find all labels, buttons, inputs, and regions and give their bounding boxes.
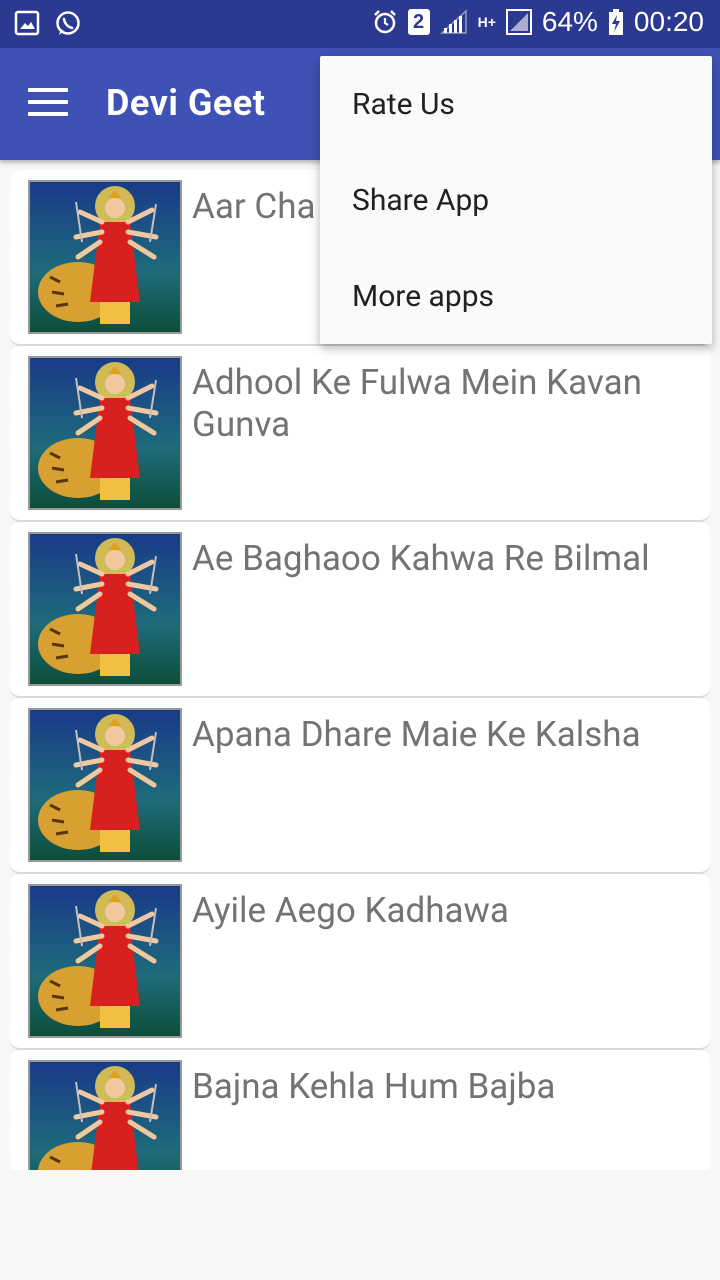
no-signal-icon	[505, 9, 532, 35]
devi-thumbnail-image	[28, 708, 182, 862]
devi-thumbnail-image	[28, 884, 182, 1038]
song-title: Apana Dhare Maie Ke Kalsha	[192, 714, 641, 755]
menu-icon[interactable]	[28, 88, 68, 118]
devi-thumbnail-image	[28, 1060, 182, 1170]
whatsapp-icon	[56, 11, 80, 35]
system-status: 2 H+ 64% 00:20	[372, 6, 704, 38]
song-title: Ayile Aego Kadhawa	[192, 890, 509, 931]
app-title: Devi Geet	[106, 82, 266, 124]
song-item[interactable]: Bajna Kehla Hum Bajba	[10, 1050, 710, 1170]
alarm-icon	[373, 10, 396, 34]
gallery-icon	[14, 10, 40, 36]
network-type: H+	[477, 14, 496, 30]
status-bar: 2 H+ 64% 00:20	[0, 0, 720, 48]
song-item[interactable]: Ae Baghaoo Kahwa Re Bilmal	[10, 522, 710, 698]
song-item[interactable]: Ayile Aego Kadhawa	[10, 874, 710, 1050]
signal-icon	[439, 9, 467, 34]
notification-icons	[14, 10, 82, 38]
song-item[interactable]: Adhool Ke Fulwa Mein Kavan Gunva	[10, 346, 710, 522]
menu-item-more-apps[interactable]: More apps	[320, 248, 712, 344]
sim-badge: 2	[407, 9, 430, 35]
song-item[interactable]: Apana Dhare Maie Ke Kalsha	[10, 698, 710, 874]
menu-item-rate-us[interactable]: Rate Us	[320, 56, 712, 152]
devi-thumbnail-image	[28, 180, 182, 334]
song-title: Bajna Kehla Hum Bajba	[192, 1066, 556, 1107]
battery-charging-icon	[608, 9, 623, 35]
devi-thumbnail-image	[28, 532, 182, 686]
battery-percent: 64%	[541, 6, 598, 37]
menu-item-share-app[interactable]: Share App	[320, 152, 712, 248]
song-title: Adhool Ke Fulwa Mein Kavan Gunva	[192, 362, 642, 445]
devi-thumbnail-image	[28, 356, 182, 510]
song-title: Ae Baghaoo Kahwa Re Bilmal	[192, 538, 650, 579]
clock: 00:20	[633, 6, 704, 37]
overflow-menu: Rate Us Share App More apps	[320, 56, 712, 344]
